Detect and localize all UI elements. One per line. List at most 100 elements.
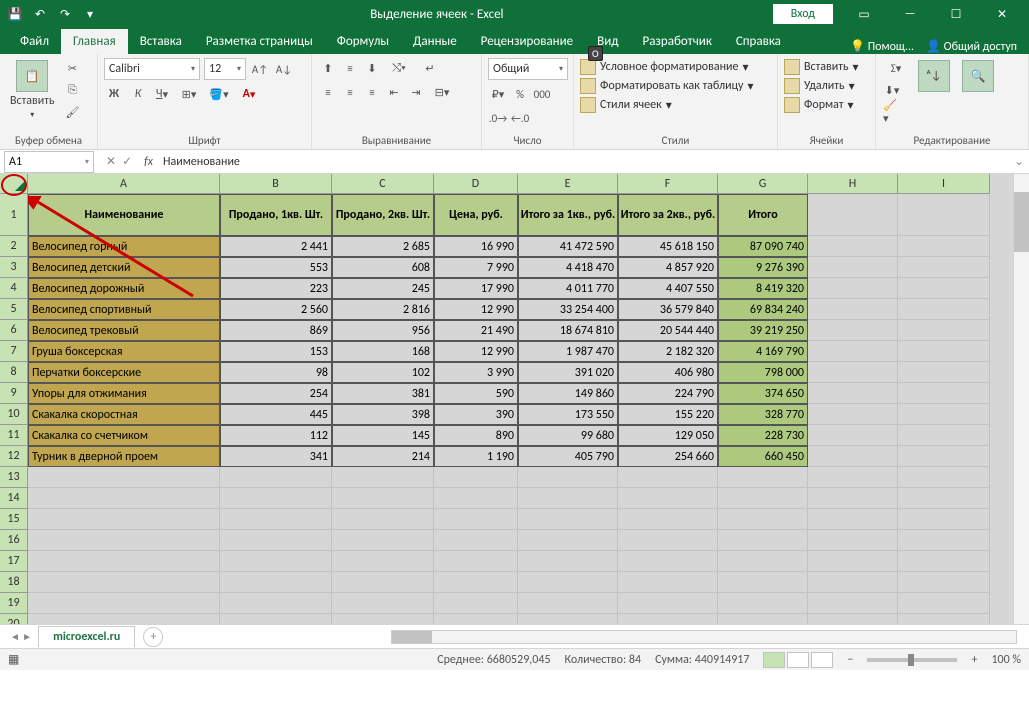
sheet-nav[interactable]: ◄ ► (4, 630, 38, 643)
cell[interactable]: Велосипед детский (28, 257, 220, 278)
align-right-icon[interactable]: ≡ (362, 82, 382, 102)
cell[interactable] (434, 614, 518, 624)
horizontal-scrollbar[interactable] (391, 630, 1017, 644)
autosum-icon[interactable]: Σ▾ (882, 58, 910, 78)
cell[interactable] (332, 551, 434, 572)
expand-formula-bar-icon[interactable]: ⌄ (1009, 154, 1029, 169)
worksheet-grid[interactable]: ABCDEFGHI 123456789101112131415161718192… (0, 174, 1029, 624)
cell[interactable] (718, 614, 808, 624)
bold-button[interactable]: Ж (104, 84, 124, 104)
sort-filter-button[interactable]: ᴬ↓ (914, 58, 954, 94)
cell[interactable]: 16 990 (434, 236, 518, 257)
sheet-tab[interactable]: microexcel.ru (38, 626, 135, 647)
clear-icon[interactable]: 🧹▾ (882, 102, 902, 122)
cell[interactable] (28, 551, 220, 572)
column-header[interactable]: B (220, 174, 332, 194)
zoom-level[interactable]: 100 % (991, 653, 1021, 667)
cell[interactable]: 2 816 (332, 299, 434, 320)
tab-file[interactable]: Файл (8, 29, 61, 54)
tab-review[interactable]: Рецензирование (469, 29, 585, 54)
cell[interactable] (618, 488, 718, 509)
cell[interactable] (434, 488, 518, 509)
page-layout-view-button[interactable] (787, 652, 809, 668)
cell[interactable] (618, 551, 718, 572)
column-header[interactable]: E (518, 174, 618, 194)
cell[interactable]: 390 (434, 404, 518, 425)
cell[interactable] (808, 278, 898, 299)
cell[interactable] (898, 236, 990, 257)
align-left-icon[interactable]: ≡ (318, 82, 338, 102)
share-button[interactable]: 👤 Общий доступ (926, 39, 1017, 54)
cell[interactable] (898, 341, 990, 362)
cell[interactable] (808, 236, 898, 257)
cell[interactable]: 39 219 250 (718, 320, 808, 341)
cell[interactable] (332, 572, 434, 593)
cell[interactable]: 168 (332, 341, 434, 362)
delete-cells-button[interactable]: Удалить ▾ (784, 77, 859, 95)
align-middle-icon[interactable]: ≡ (340, 58, 360, 78)
cell[interactable] (518, 551, 618, 572)
cell[interactable] (332, 509, 434, 530)
cell[interactable]: Итого за 2кв., руб. (618, 194, 718, 236)
cell[interactable] (220, 572, 332, 593)
row-header[interactable]: 20 (0, 614, 28, 624)
cell[interactable]: 3 990 (434, 362, 518, 383)
cell[interactable] (718, 551, 808, 572)
cell[interactable]: Скакалка со счетчиком (28, 425, 220, 446)
cell[interactable] (220, 530, 332, 551)
cell[interactable]: Груша боксерская (28, 341, 220, 362)
cell[interactable] (898, 530, 990, 551)
cell[interactable]: Перчатки боксерские (28, 362, 220, 383)
save-icon[interactable]: 💾 (4, 3, 26, 25)
cell[interactable]: 155 220 (618, 404, 718, 425)
row-header[interactable]: 15 (0, 509, 28, 530)
cell[interactable] (898, 425, 990, 446)
cell[interactable] (898, 593, 990, 614)
cell[interactable] (434, 551, 518, 572)
cell[interactable] (898, 299, 990, 320)
cell[interactable] (220, 467, 332, 488)
cell[interactable] (518, 614, 618, 624)
cell[interactable]: 590 (434, 383, 518, 404)
row-header[interactable]: 4 (0, 278, 28, 299)
cell[interactable] (808, 467, 898, 488)
cell-styles-button[interactable]: Стили ячеек ▾ (580, 96, 754, 114)
cell[interactable]: 18 674 810 (518, 320, 618, 341)
cell[interactable]: 112 (220, 425, 332, 446)
cell[interactable] (618, 572, 718, 593)
qat-customize-icon[interactable]: ▾ (79, 3, 101, 25)
decrease-font-icon[interactable]: A↓ (274, 59, 294, 79)
sign-in-button[interactable]: Вход (773, 4, 833, 24)
cell[interactable] (220, 593, 332, 614)
cell[interactable] (518, 572, 618, 593)
undo-icon[interactable]: ↶ (29, 3, 51, 25)
cell[interactable] (332, 467, 434, 488)
new-sheet-button[interactable]: + (143, 627, 163, 647)
row-header[interactable]: 10 (0, 404, 28, 425)
tab-formulas[interactable]: Формулы (325, 29, 401, 54)
cell[interactable] (808, 320, 898, 341)
cell[interactable]: Наименование (28, 194, 220, 236)
cell[interactable] (898, 551, 990, 572)
fx-icon[interactable]: fx (140, 155, 157, 169)
cell[interactable] (898, 257, 990, 278)
row-header[interactable]: 1 (0, 194, 28, 236)
decrease-decimal-icon[interactable]: ←.0 (510, 108, 530, 128)
cell[interactable]: 173 550 (518, 404, 618, 425)
cell[interactable]: 391 020 (518, 362, 618, 383)
cell[interactable]: 2 441 (220, 236, 332, 257)
cell[interactable] (808, 446, 898, 467)
cell[interactable]: 1 987 470 (518, 341, 618, 362)
cell[interactable] (518, 593, 618, 614)
cell[interactable] (518, 530, 618, 551)
cell[interactable]: 341 (220, 446, 332, 467)
cell[interactable] (718, 593, 808, 614)
wrap-text-icon[interactable]: ↵ (416, 58, 444, 78)
cell[interactable]: 129 050 (618, 425, 718, 446)
cell[interactable] (898, 362, 990, 383)
cell[interactable]: 4 169 790 (718, 341, 808, 362)
cell[interactable] (718, 467, 808, 488)
cut-icon[interactable]: ✂ (63, 58, 83, 78)
cell[interactable]: 69 834 240 (718, 299, 808, 320)
tell-me[interactable]: 💡 Помощ... (850, 39, 914, 54)
